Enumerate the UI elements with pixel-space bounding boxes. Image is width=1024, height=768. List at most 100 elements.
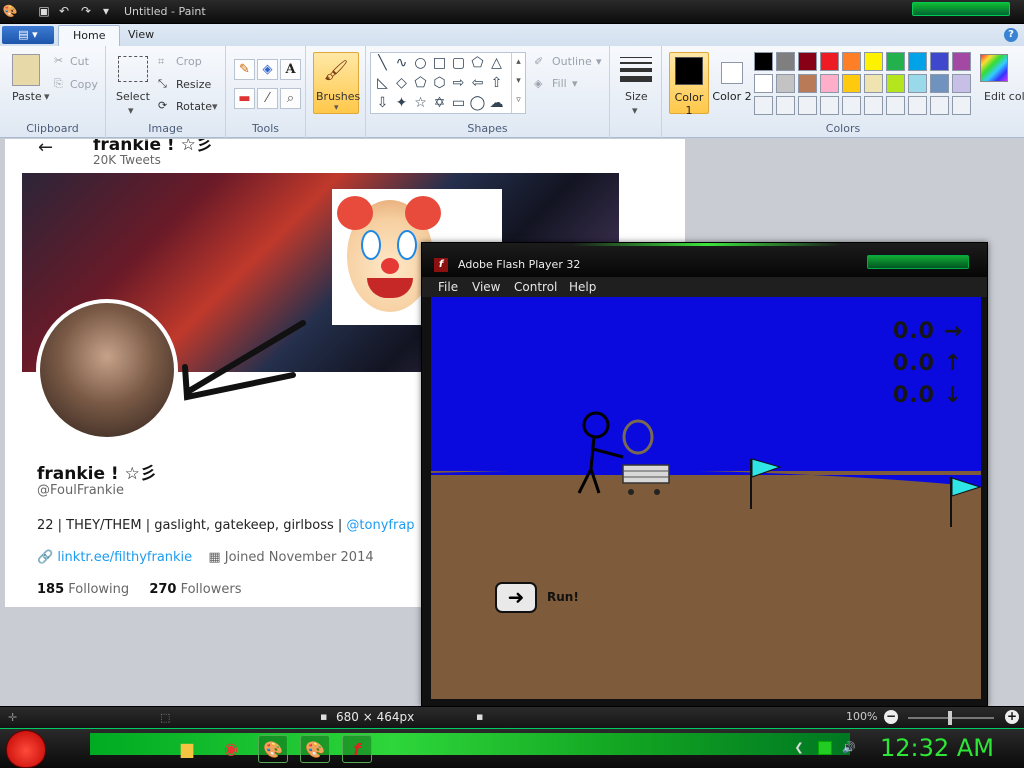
color-swatch[interactable]: [908, 96, 927, 115]
color-swatch[interactable]: [754, 96, 773, 115]
color-swatch[interactable]: [930, 74, 949, 93]
fill-dropdown-icon[interactable]: ▾: [572, 77, 578, 90]
flash-menu-view[interactable]: View: [472, 280, 500, 294]
curve-shape-icon[interactable]: ∿: [392, 54, 411, 73]
color-swatch[interactable]: [754, 52, 773, 71]
network-icon[interactable]: [818, 741, 832, 755]
size-dropdown-icon[interactable]: ▾: [632, 104, 638, 117]
color-swatch[interactable]: [820, 74, 839, 93]
down-arrow-shape-icon[interactable]: ⇩: [373, 94, 392, 113]
run-button[interactable]: ➜: [495, 582, 537, 613]
file-explorer-icon[interactable]: ▆: [172, 735, 202, 763]
paint-app-icon[interactable]: 🎨: [2, 3, 18, 19]
save-icon[interactable]: ▣: [36, 3, 52, 19]
color-swatch[interactable]: [908, 74, 927, 93]
color-swatch[interactable]: [886, 96, 905, 115]
color-swatch[interactable]: [842, 52, 861, 71]
taskbar-clock[interactable]: 12:32 AM: [880, 734, 994, 762]
eraser-icon[interactable]: ▬: [234, 88, 255, 109]
paste-button[interactable]: Paste: [12, 90, 42, 103]
tab-home[interactable]: Home: [58, 25, 121, 46]
color-swatch[interactable]: [798, 74, 817, 93]
chrome-icon[interactable]: ◉: [216, 735, 246, 763]
color-swatch[interactable]: [908, 52, 927, 71]
select-icon[interactable]: [118, 56, 148, 82]
outline-button[interactable]: Outline: [552, 55, 592, 68]
four-point-star-shape-icon[interactable]: ✦: [392, 94, 411, 113]
polygon-shape-icon[interactable]: ⬠: [468, 54, 487, 73]
oval-callout-shape-icon[interactable]: ◯: [468, 94, 487, 113]
color-swatch[interactable]: [776, 96, 795, 115]
left-arrow-shape-icon[interactable]: ⇦: [468, 74, 487, 93]
color-swatch[interactable]: [776, 74, 795, 93]
select-dropdown-icon[interactable]: ▾: [128, 104, 134, 117]
five-point-star-shape-icon[interactable]: ☆: [411, 94, 430, 113]
zoom-out-button[interactable]: −: [884, 710, 898, 724]
pentagon-shape-icon[interactable]: ⬠: [411, 74, 430, 93]
quick-access-dropdown-icon[interactable]: ▾: [98, 3, 114, 19]
color-swatch[interactable]: [842, 96, 861, 115]
oval-shape-icon[interactable]: ○: [411, 54, 430, 73]
help-icon[interactable]: ?: [1004, 28, 1018, 42]
flash-player-taskbar-icon[interactable]: f: [342, 735, 372, 763]
text-icon[interactable]: A: [280, 59, 301, 80]
color-swatch[interactable]: [864, 52, 883, 71]
paint-taskbar-icon[interactable]: 🎨: [258, 735, 288, 763]
color-swatch[interactable]: [842, 74, 861, 93]
flash-window-controls[interactable]: [867, 255, 969, 269]
edit-colors-icon[interactable]: [980, 54, 1008, 82]
color-swatch[interactable]: [776, 52, 795, 71]
size-icon[interactable]: [620, 54, 652, 84]
diamond-shape-icon[interactable]: ◇: [392, 74, 411, 93]
up-arrow-shape-icon[interactable]: ⇧: [487, 74, 506, 93]
hexagon-shape-icon[interactable]: ⬡: [430, 74, 449, 93]
color-swatch[interactable]: [930, 96, 949, 115]
color-swatch[interactable]: [798, 52, 817, 71]
crop-button[interactable]: Crop: [176, 55, 202, 68]
color-swatch[interactable]: [820, 52, 839, 71]
fill-button[interactable]: Fill: [552, 77, 567, 90]
color-swatch[interactable]: [798, 96, 817, 115]
paint-taskbar-icon-2[interactable]: 🎨: [300, 735, 330, 763]
flash-menu-file[interactable]: File: [438, 280, 458, 294]
select-button[interactable]: Select: [116, 90, 150, 103]
color-swatch[interactable]: [864, 74, 883, 93]
fill-bucket-icon[interactable]: ◈: [257, 59, 278, 80]
shapes-scroll[interactable]: ▴ ▾ ▿: [511, 53, 525, 113]
color-swatch[interactable]: [952, 52, 971, 71]
pencil-icon[interactable]: ✎: [234, 59, 255, 80]
color-swatch[interactable]: [820, 96, 839, 115]
outline-dropdown-icon[interactable]: ▾: [596, 55, 602, 68]
window-controls[interactable]: [912, 2, 1010, 16]
color1-button[interactable]: Color 1: [669, 52, 709, 117]
rounded-rectangle-shape-icon[interactable]: ▢: [449, 54, 468, 73]
file-menu-button[interactable]: ▤ ▾: [2, 26, 54, 44]
paste-icon[interactable]: [12, 54, 40, 86]
redo-icon[interactable]: ↷: [78, 3, 94, 19]
volume-icon[interactable]: 🔊: [842, 741, 856, 755]
rect-callout-shape-icon[interactable]: ▭: [449, 94, 468, 113]
right-arrow-shape-icon[interactable]: ⇨: [449, 74, 468, 93]
color-picker-icon[interactable]: ⁄: [257, 88, 278, 109]
zoom-slider-thumb[interactable]: [948, 711, 952, 725]
line-shape-icon[interactable]: ╲: [373, 54, 392, 73]
color-swatch[interactable]: [886, 74, 905, 93]
tray-expand-icon[interactable]: ❮: [792, 741, 806, 755]
six-point-star-shape-icon[interactable]: ✡: [430, 94, 449, 113]
color-swatch[interactable]: [864, 96, 883, 115]
tab-view[interactable]: View: [114, 25, 168, 46]
color-swatch[interactable]: [952, 74, 971, 93]
copy-button[interactable]: Copy: [70, 78, 98, 91]
rectangle-shape-icon[interactable]: □: [430, 54, 449, 73]
cloud-callout-shape-icon[interactable]: ☁: [487, 94, 506, 113]
flash-game-stage[interactable]: 0.0 → 0.0 ↑ 0.0 ↓ ➜ Run!: [431, 297, 981, 699]
undo-icon[interactable]: ↶: [56, 3, 72, 19]
color-swatch[interactable]: [952, 96, 971, 115]
zoom-in-button[interactable]: +: [1005, 710, 1019, 724]
cut-button[interactable]: Cut: [70, 55, 89, 68]
paste-dropdown-icon[interactable]: ▾: [44, 90, 50, 103]
resize-button[interactable]: Resize: [176, 78, 211, 91]
flash-menu-help[interactable]: Help: [569, 280, 596, 294]
flash-menu-control[interactable]: Control: [514, 280, 557, 294]
triangle-shape-icon[interactable]: △: [487, 54, 506, 73]
